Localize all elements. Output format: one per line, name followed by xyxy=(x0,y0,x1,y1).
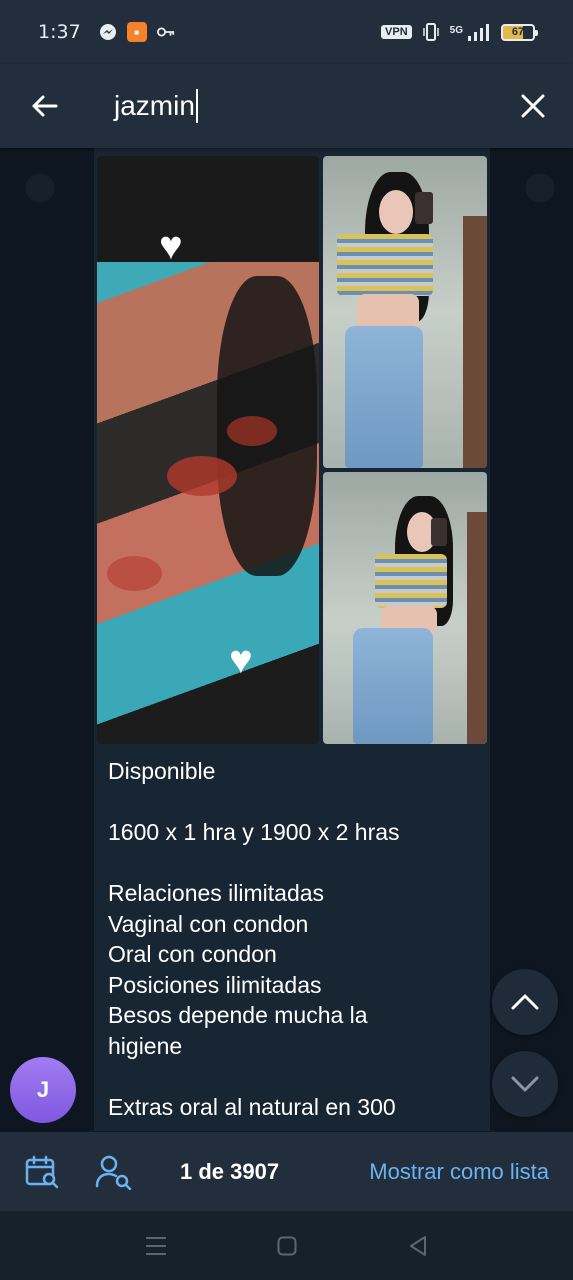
system-navigation-bar xyxy=(0,1211,573,1280)
show-as-list-button[interactable]: Mostrar como lista xyxy=(369,1159,549,1185)
chevron-up-icon xyxy=(511,994,539,1010)
album-photo-2[interactable] xyxy=(323,156,487,468)
photo-detail xyxy=(375,554,447,608)
message-line: Oral con condon xyxy=(108,941,277,967)
photo-detail xyxy=(167,456,237,496)
photo-detail xyxy=(353,628,433,744)
heart-emoji: ♥ xyxy=(229,638,253,682)
vpn-badge: VPN xyxy=(381,25,412,39)
status-notification-icons: ■ xyxy=(99,22,175,42)
next-result-button[interactable] xyxy=(492,1051,558,1117)
search-by-date-button[interactable] xyxy=(18,1148,66,1196)
search-query-text: jazmin xyxy=(114,90,195,121)
app-notification-icon: ■ xyxy=(126,22,147,42)
menu-icon xyxy=(145,1236,166,1255)
result-counter: 1 de 3907 xyxy=(180,1158,280,1184)
status-bar: 1:37 ■ VPN 5G 67 xyxy=(0,0,573,64)
battery-indicator: 67 xyxy=(501,23,538,41)
message-bubble[interactable]: ♥ ♥ Disponible 1600 x 1 hra y 1900 x 2 h… xyxy=(94,148,490,1131)
message-line: Besos depende mucha la xyxy=(108,1002,368,1028)
recent-apps-button[interactable] xyxy=(136,1226,176,1266)
message-line xyxy=(108,848,480,879)
home-button[interactable] xyxy=(267,1226,307,1266)
text-caret xyxy=(195,89,198,123)
chevron-down-icon xyxy=(511,1076,539,1092)
photo-detail xyxy=(379,190,413,234)
sender-avatar[interactable]: J xyxy=(10,1057,76,1123)
key-icon xyxy=(156,23,175,41)
photo-detail xyxy=(463,216,487,468)
message-line: Vaginal con condon xyxy=(108,910,309,937)
previous-result-button[interactable] xyxy=(492,969,558,1035)
triangle-back-icon xyxy=(409,1235,426,1256)
messenger-icon xyxy=(99,23,117,41)
album-photo-3[interactable] xyxy=(323,472,487,744)
message-line: 1600 x 1 hra y 1900 x 2 hras xyxy=(108,819,400,845)
photo-album: ♥ ♥ xyxy=(97,156,487,744)
photo-detail xyxy=(107,556,162,591)
calendar-search-icon xyxy=(25,1155,59,1188)
photo-detail xyxy=(227,416,277,446)
album-photo-1[interactable]: ♥ ♥ xyxy=(97,156,319,744)
status-time: 1:37 xyxy=(38,21,81,43)
search-by-user-button[interactable] xyxy=(90,1148,138,1196)
status-system-icons: VPN 5G 67 xyxy=(381,23,538,41)
photo-detail xyxy=(431,518,447,546)
message-line: Posiciones ilimitadas xyxy=(108,971,322,998)
message-line: Disponible xyxy=(108,758,216,784)
search-input[interactable]: jazmin xyxy=(114,89,501,123)
message-line xyxy=(108,1061,480,1092)
message-line: higiene xyxy=(108,1032,183,1059)
user-search-icon xyxy=(95,1155,132,1190)
chat-area[interactable]: ♥ ♥ Disponible 1600 x 1 hra y 1900 x 2 h… xyxy=(0,148,573,1131)
search-header: jazmin xyxy=(0,64,573,148)
photo-detail xyxy=(467,512,487,744)
back-button[interactable] xyxy=(12,74,76,138)
system-back-button[interactable] xyxy=(398,1226,438,1266)
photo-detail xyxy=(345,326,423,468)
network-type-label: 5G xyxy=(449,25,463,36)
message-text: Disponible 1600 x 1 hra y 1900 x 2 hras … xyxy=(108,756,480,1122)
vibrate-icon xyxy=(422,23,440,41)
signal-icon xyxy=(467,23,491,41)
photo-detail xyxy=(337,234,433,296)
square-home-icon xyxy=(277,1236,296,1255)
message-line: Extras oral al natural en 300 xyxy=(108,1093,396,1120)
message-line: Relaciones ilimitadas xyxy=(108,880,325,906)
close-icon xyxy=(521,94,545,118)
message-line xyxy=(108,787,480,818)
heart-emoji: ♥ xyxy=(159,224,183,268)
photo-detail xyxy=(415,192,433,224)
avatar-initial: J xyxy=(36,1077,50,1102)
search-results-bar: 1 de 3907 Mostrar como lista xyxy=(0,1131,573,1211)
back-arrow-icon xyxy=(32,95,58,117)
clear-search-button[interactable] xyxy=(501,74,565,138)
